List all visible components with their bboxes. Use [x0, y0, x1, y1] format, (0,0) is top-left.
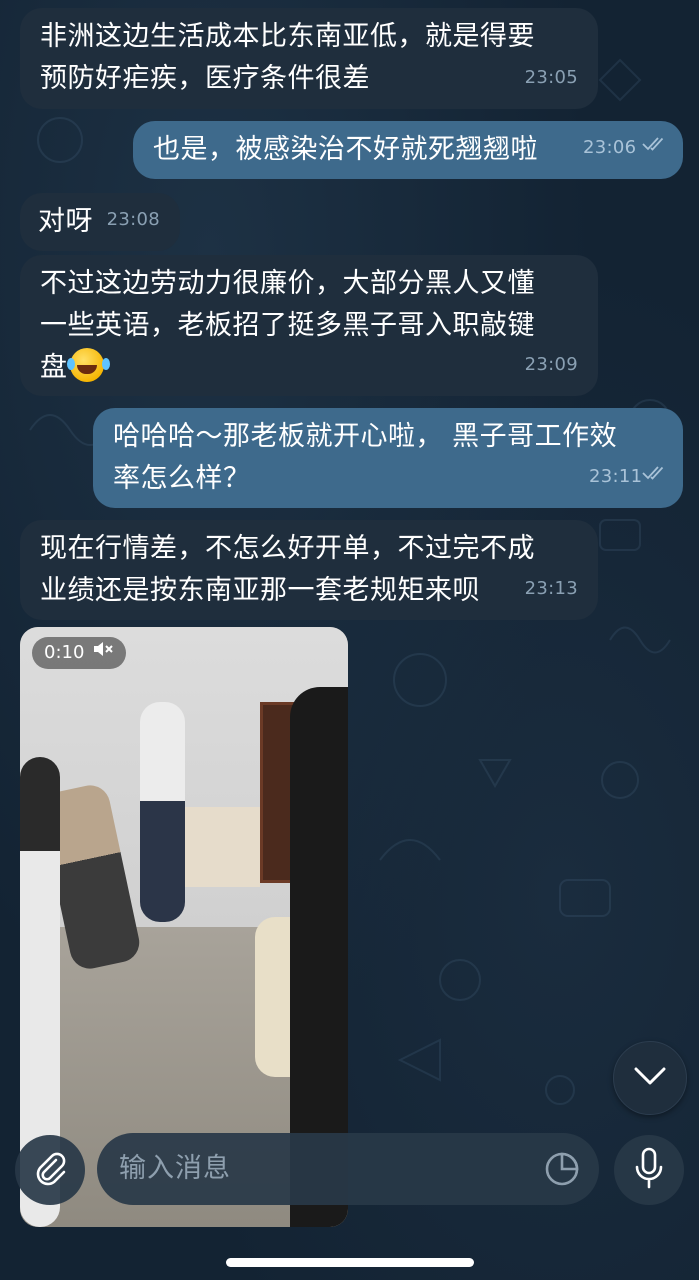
message-time: 23:08 [106, 209, 160, 230]
message-line: 预防好疟疾，医疗条件很差 [40, 63, 370, 94]
message-input-placeholder: 输入消息 [119, 1153, 231, 1184]
message-line: 盘 [40, 352, 68, 383]
video-duration-badge[interactable]: 0:10 [32, 637, 127, 669]
message-line: 率怎么样？ [113, 463, 251, 494]
message-text: 也是，被感染治不好就死翘翘啦 [153, 134, 538, 165]
incoming-message[interactable]: 非洲这边生活成本比东南亚低，就是得要 预防好疟疾，医疗条件很差 23:05 [20, 8, 598, 109]
video-scene-person [140, 702, 185, 922]
message-time: 23:13 [524, 578, 578, 599]
incoming-message[interactable]: 对呀 23:08 [20, 193, 180, 251]
chevron-down-icon [633, 1066, 667, 1090]
speaker-muted-icon[interactable] [92, 637, 114, 669]
message-line: 哈哈哈～那老板就开心啦， 黑子哥工作效 [113, 421, 618, 452]
message-text: 对呀 [38, 206, 93, 237]
message-time: 23:06 [583, 137, 637, 158]
read-receipt-icon [641, 126, 667, 168]
message-line: 非洲这边生活成本比东南亚低，就是得要 [40, 21, 535, 52]
chat-screen: 非洲这边生活成本比东南亚低，就是得要 预防好疟疾，医疗条件很差 23:05 也是… [0, 0, 699, 1280]
message-time: 23:09 [524, 354, 578, 375]
message-time: 23:05 [524, 67, 578, 88]
sticker-icon[interactable] [543, 1150, 581, 1192]
read-receipt-icon [641, 455, 667, 497]
message-line: 现在行情差，不怎么好开单，不过完不成 [40, 533, 535, 564]
outgoing-message[interactable]: 也是，被感染治不好就死翘翘啦 23:06 [133, 121, 683, 179]
message-line: 不过这边劳动力很廉价，大部分黑人又懂 [40, 268, 535, 299]
message-input[interactable]: 输入消息 [97, 1133, 599, 1205]
attach-button[interactable] [15, 1135, 85, 1205]
video-duration: 0:10 [44, 642, 85, 663]
message-time: 23:11 [589, 466, 643, 487]
paperclip-icon [32, 1150, 68, 1190]
voice-record-button[interactable] [614, 1135, 684, 1205]
outgoing-message[interactable]: 哈哈哈～那老板就开心啦， 黑子哥工作效 率怎么样？ 23:11 [93, 408, 683, 508]
face-with-tears-of-joy-icon [66, 348, 104, 382]
incoming-message[interactable]: 现在行情差，不怎么好开单，不过完不成 业绩还是按东南亚那一套老规矩来呗 23:1… [20, 520, 598, 620]
message-line: 业绩还是按东南亚那一套老规矩来呗 [40, 575, 480, 606]
microphone-icon [634, 1147, 664, 1193]
home-indicator [226, 1258, 474, 1267]
message-line-last: 盘 [40, 347, 578, 389]
incoming-message[interactable]: 不过这边劳动力很廉价，大部分黑人又懂 一些英语，老板招了挺多黑子哥入职敲键 盘 … [20, 255, 598, 396]
scroll-down-button[interactable] [613, 1041, 687, 1115]
message-line: 一些英语，老板招了挺多黑子哥入职敲键 [40, 310, 535, 341]
